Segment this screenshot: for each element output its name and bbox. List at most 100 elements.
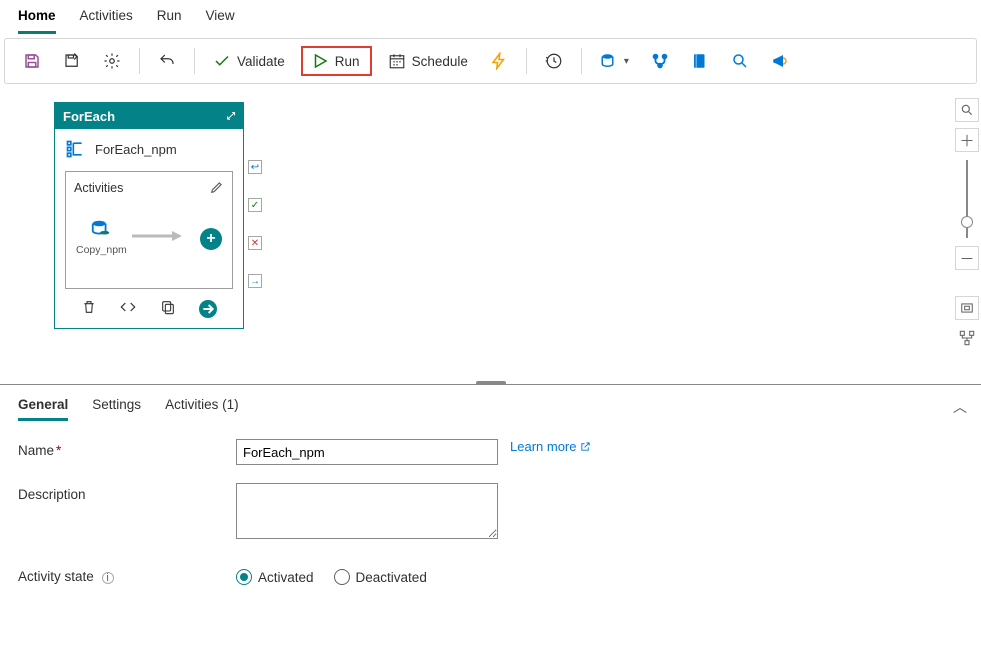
zoom-out-button[interactable]: －: [955, 246, 979, 270]
arrow-right-icon: [200, 301, 216, 317]
name-label: Name*: [18, 439, 236, 458]
radio-dot-icon: [334, 569, 350, 585]
run-button[interactable]: Run: [301, 46, 372, 76]
name-label-text: Name: [18, 443, 54, 458]
calendar-icon: [388, 52, 406, 70]
gear-icon: [103, 52, 121, 70]
tab-run[interactable]: Run: [157, 8, 182, 34]
schedule-button[interactable]: Schedule: [382, 48, 474, 74]
toolbar-separator: [581, 48, 582, 74]
notebook-button[interactable]: [685, 48, 715, 74]
activity-state-text: Activity state: [18, 569, 94, 584]
foreach-card-header: ForEach ⤢: [55, 103, 243, 129]
fit-icon: [960, 301, 974, 315]
save-button[interactable]: [17, 48, 47, 74]
data-button[interactable]: ▾: [594, 48, 635, 74]
save-as-button[interactable]: [57, 48, 87, 74]
panel-tab-settings[interactable]: Settings: [92, 397, 141, 421]
description-field-row: Description: [18, 483, 963, 539]
go-button[interactable]: [199, 300, 217, 318]
copy-activity[interactable]: Copy_npm: [76, 218, 127, 256]
toolbar-separator: [139, 48, 140, 74]
toolbar: Validate Run Schedule ▾: [4, 38, 977, 84]
toolbar-separator: [526, 48, 527, 74]
zoom-in-button[interactable]: ＋: [955, 128, 979, 152]
external-link-icon: [580, 441, 591, 452]
add-activity-button[interactable]: +: [200, 228, 222, 250]
status-completion-handle[interactable]: →: [248, 274, 262, 288]
run-label: Run: [335, 54, 360, 69]
copy-data-icon: [90, 218, 112, 240]
code-icon: [120, 299, 136, 315]
layout-button[interactable]: [955, 326, 979, 350]
radio-activated[interactable]: Activated: [236, 569, 314, 585]
top-tabs: Home Activities Run View: [0, 0, 981, 34]
status-success-handle[interactable]: ✓: [248, 198, 262, 212]
validate-label: Validate: [237, 54, 285, 69]
layout-icon: [959, 330, 975, 346]
branch-icon: [651, 52, 669, 70]
activity-status-handles: ↩ ✓ ✕ →: [248, 160, 262, 288]
book-icon: [691, 52, 709, 70]
source-control-button[interactable]: [645, 48, 675, 74]
activity-state-row: Activity state i Activated Deactivated: [18, 565, 963, 585]
name-input[interactable]: [236, 439, 498, 465]
search-icon: [960, 103, 974, 117]
activities-inner-box[interactable]: Activities Copy_npm +: [65, 171, 233, 289]
expand-icon[interactable]: ⤢: [227, 111, 235, 122]
announce-button[interactable]: [765, 48, 795, 74]
canvas-search-button[interactable]: [955, 98, 979, 122]
tab-view[interactable]: View: [206, 8, 235, 34]
delete-button[interactable]: [81, 299, 97, 318]
tab-home[interactable]: Home: [18, 8, 56, 34]
plus-icon: +: [206, 230, 215, 248]
trigger-button[interactable]: [484, 48, 514, 74]
schedule-label: Schedule: [412, 54, 468, 69]
view-code-button[interactable]: [120, 299, 136, 318]
learn-more-link[interactable]: Learn more: [510, 439, 591, 454]
panel-tab-general[interactable]: General: [18, 397, 68, 421]
description-label: Description: [18, 483, 236, 502]
tab-activities[interactable]: Activities: [80, 8, 133, 34]
foreach-type-label: ForEach: [63, 109, 115, 124]
collapse-panel-button[interactable]: ︿: [953, 397, 967, 417]
minus-icon: －: [959, 248, 974, 269]
save-as-icon: [63, 52, 81, 70]
zoom-slider[interactable]: [966, 160, 968, 238]
radio-deactivated-label: Deactivated: [356, 570, 427, 585]
undo-button[interactable]: [152, 48, 182, 74]
zoom-slider-knob[interactable]: [961, 216, 973, 228]
status-skip-handle[interactable]: ↩: [248, 160, 262, 174]
history-button[interactable]: [539, 48, 569, 74]
chevron-down-icon: ▾: [624, 56, 629, 67]
toolbar-separator: [194, 48, 195, 74]
foreach-icon: [65, 139, 85, 159]
clone-button[interactable]: [160, 299, 176, 318]
lightning-icon: [490, 52, 508, 70]
foreach-activity-card[interactable]: ForEach ⤢ ForEach_npm Activities Copy_np…: [54, 102, 244, 329]
info-icon[interactable]: i: [102, 572, 114, 584]
radio-deactivated[interactable]: Deactivated: [334, 569, 427, 585]
learn-more-text: Learn more: [510, 439, 576, 454]
plus-icon: ＋: [959, 130, 974, 151]
save-icon: [23, 52, 41, 70]
search-toolbar-button[interactable]: [725, 48, 755, 74]
canvas-zoom-controls: ＋ －: [955, 98, 979, 350]
validate-button[interactable]: Validate: [207, 48, 291, 74]
fit-screen-button[interactable]: [955, 296, 979, 320]
copy-activity-label: Copy_npm: [76, 244, 127, 256]
foreach-name-label: ForEach_npm: [95, 142, 177, 157]
name-field-row: Name* Learn more: [18, 439, 963, 465]
panel-tab-activities[interactable]: Activities (1): [165, 397, 239, 421]
description-input[interactable]: [236, 483, 498, 539]
edit-activities-button[interactable]: [210, 180, 224, 197]
settings-gear-button[interactable]: [97, 48, 127, 74]
checkmark-icon: [213, 52, 231, 70]
required-asterisk: *: [56, 443, 61, 458]
pipeline-canvas[interactable]: ForEach ⤢ ForEach_npm Activities Copy_np…: [0, 92, 981, 385]
radio-activated-label: Activated: [258, 570, 314, 585]
properties-panel: General Settings Activities (1) ︿ Name* …: [0, 385, 981, 597]
status-fail-handle[interactable]: ✕: [248, 236, 262, 250]
history-icon: [545, 52, 563, 70]
play-icon: [311, 52, 329, 70]
